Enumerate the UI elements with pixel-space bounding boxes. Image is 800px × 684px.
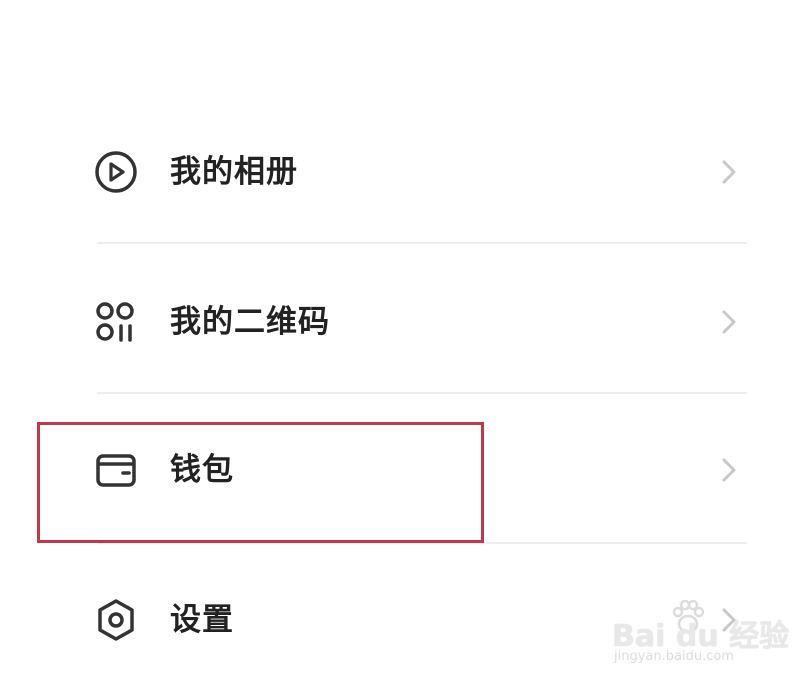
menu-item-label: 我的相册 [170,154,298,190]
play-circle-icon [92,148,140,196]
hexagon-gear-icon [92,596,140,644]
chevron-right-icon [718,304,740,340]
chevron-right-icon [718,452,740,488]
menu-item-label: 我的二维码 [170,304,330,340]
highlight-box [37,422,484,543]
qr-dots-icon [92,298,140,346]
divider [97,392,747,394]
chevron-right-icon [718,154,740,190]
menu-item-qrcode[interactable]: 我的二维码 [0,272,800,372]
watermark-url: jingyan.baidu.com [614,649,734,664]
menu-item-album[interactable]: 我的相册 [0,122,800,222]
menu-item-label: 设置 [170,602,234,638]
divider [97,242,747,244]
profile-menu-screen: 我的相册 我的二维码 钱包 设置 Bai du 经验 jingyan.baidu… [0,0,800,684]
watermark: Bai du 经验 jingyan.baidu.com [612,597,789,669]
